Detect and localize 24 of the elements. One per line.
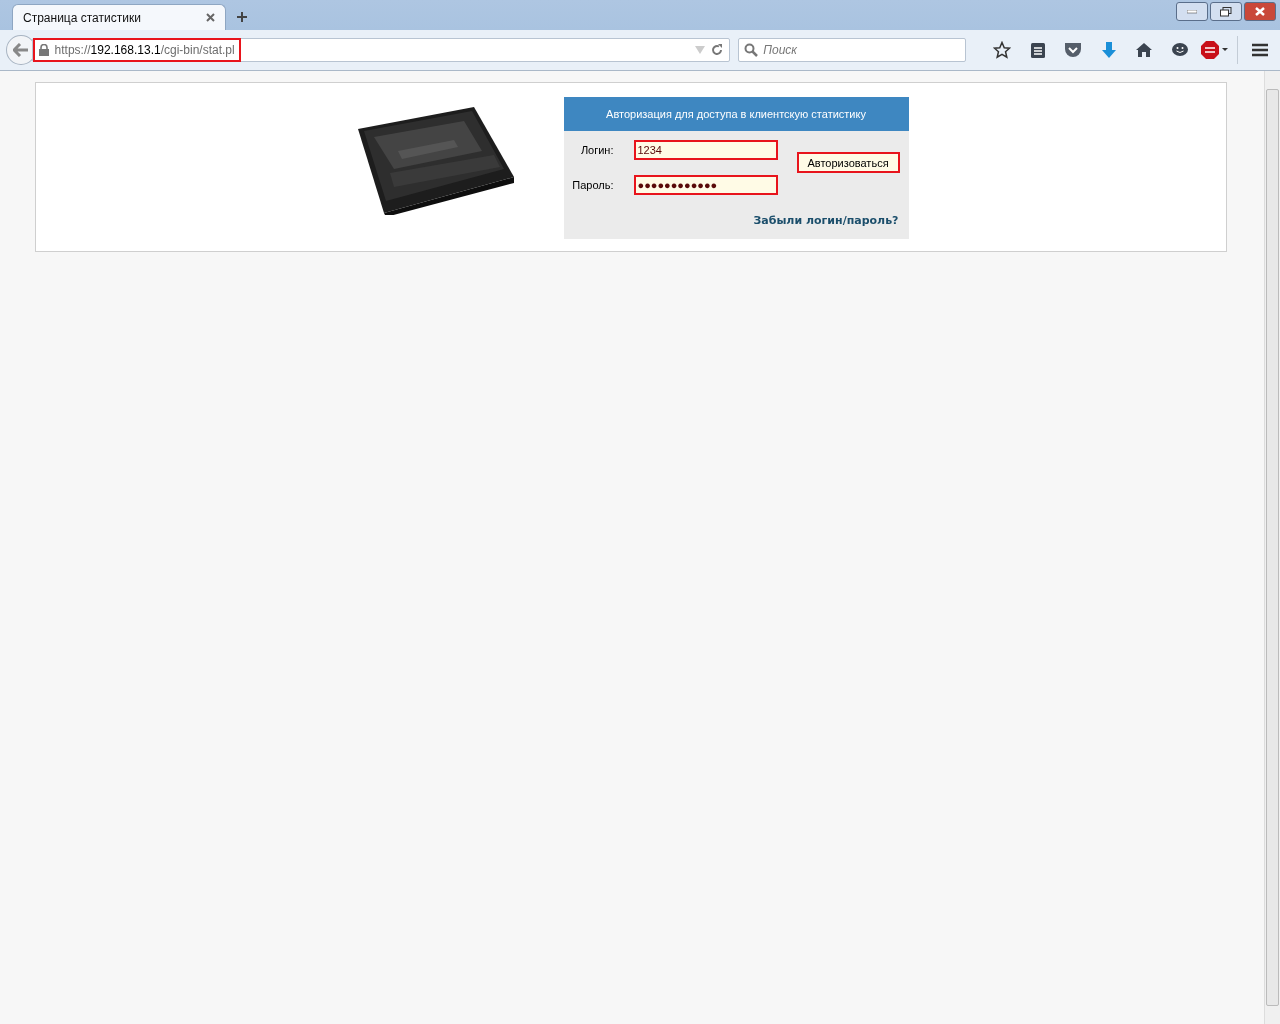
address-bar[interactable]: https://192.168.13.1/cgi-bin/stat.pl: [31, 38, 731, 62]
minimize-button[interactable]: [1176, 2, 1208, 21]
login-button[interactable]: Авторизоваться: [796, 152, 900, 173]
back-arrow-icon: [12, 43, 29, 57]
input-field[interactable]: ●●●●●●●●●●●●: [633, 175, 778, 195]
scrollbar[interactable]: [1264, 71, 1280, 1024]
close-icon: [1255, 7, 1265, 16]
input-field[interactable]: 1234: [633, 140, 778, 160]
search-field[interactable]: Поиск: [738, 38, 967, 62]
plus-icon[interactable]: [236, 11, 248, 23]
browser-tab[interactable]: Страница статистики: [12, 4, 226, 30]
forgot-link[interactable]: Забыли логин/пароль?: [753, 214, 899, 227]
restore-button[interactable]: [1210, 2, 1242, 21]
search-icon: [744, 43, 759, 57]
field-label: Пароль:: [571, 179, 615, 191]
close-button[interactable]: [1244, 2, 1276, 21]
form-header: Авторизация для доступа в клиентскую статистику: [563, 97, 909, 131]
lock-icon: [38, 44, 49, 56]
field-label: Логин:: [579, 144, 615, 156]
restore-icon: [1220, 6, 1232, 17]
minimize-icon: [1187, 9, 1197, 14]
reload-icon[interactable]: [711, 44, 724, 56]
close-icon[interactable]: [206, 13, 215, 22]
url-text: https://192.168.13.1/cgi-bin/stat.pl: [54, 43, 235, 57]
